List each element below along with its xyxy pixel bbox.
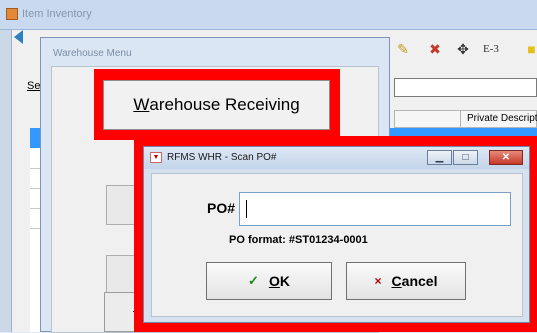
ok-button[interactable]: ✓ O K [206, 262, 332, 300]
dialog-titlebar: ▼ RFMS WHR - Scan PO# ▁ □ ✕ [144, 147, 529, 169]
search-input[interactable] [394, 78, 537, 97]
left-side-strip [0, 30, 12, 332]
receiving-label: arehouse Receiving [149, 95, 300, 114]
check-icon: ✓ [248, 273, 259, 288]
dialog-title: RFMS WHR - Scan PO# [167, 152, 277, 163]
receiving-accelerator: W [133, 95, 150, 114]
menu-button-obscured[interactable] [106, 185, 136, 225]
text-caret [246, 200, 247, 218]
grid-header-cell [395, 111, 461, 127]
cancel-accelerator: C [391, 273, 402, 289]
folder-icon[interactable]: ■ [526, 40, 537, 58]
grid-header: Private Descript [394, 110, 537, 128]
app-icon [6, 8, 18, 20]
close-icon[interactable]: ✕ [489, 150, 523, 165]
tools-icon[interactable]: ✖ [426, 40, 444, 58]
notes-icon[interactable]: ✎ [394, 40, 412, 58]
main-window-title: Item Inventory [22, 8, 92, 20]
main-window-titlebar: Item Inventory [0, 0, 537, 30]
cancel-x-icon: × [374, 274, 382, 288]
scan-po-dialog: ▼ RFMS WHR - Scan PO# ▁ □ ✕ PO# PO forma… [143, 146, 530, 323]
back-arrow-icon[interactable] [14, 30, 23, 44]
column-private-description[interactable]: Private Descript [467, 113, 537, 124]
ok-accelerator: O [268, 273, 280, 289]
rfms-app-icon: ▼ [150, 152, 162, 163]
cancel-button[interactable]: × Cancel [346, 262, 466, 300]
dialog-body: PO# PO format: #ST01234-0001 ✓ O K × Cancel [151, 173, 523, 317]
warehouse-receiving-button[interactable]: Warehouse Receiving [103, 80, 330, 130]
search-label: Se [27, 80, 41, 92]
po-label: PO# [207, 200, 236, 216]
move-icon[interactable]: ✥ [454, 40, 472, 58]
po-number-input[interactable] [239, 192, 511, 226]
maximize-icon[interactable]: □ [453, 150, 478, 165]
warehouse-menu-title: Warehouse Menu [53, 48, 132, 59]
minimize-icon[interactable]: ▁ [427, 150, 452, 165]
menu-button-obscured[interactable] [106, 255, 136, 295]
ok-label: K [279, 273, 290, 289]
cancel-label: ancel [401, 273, 438, 289]
po-format-hint: PO format: #ST01234-0001 [229, 234, 368, 246]
e3-button[interactable]: E-3 [478, 40, 504, 58]
